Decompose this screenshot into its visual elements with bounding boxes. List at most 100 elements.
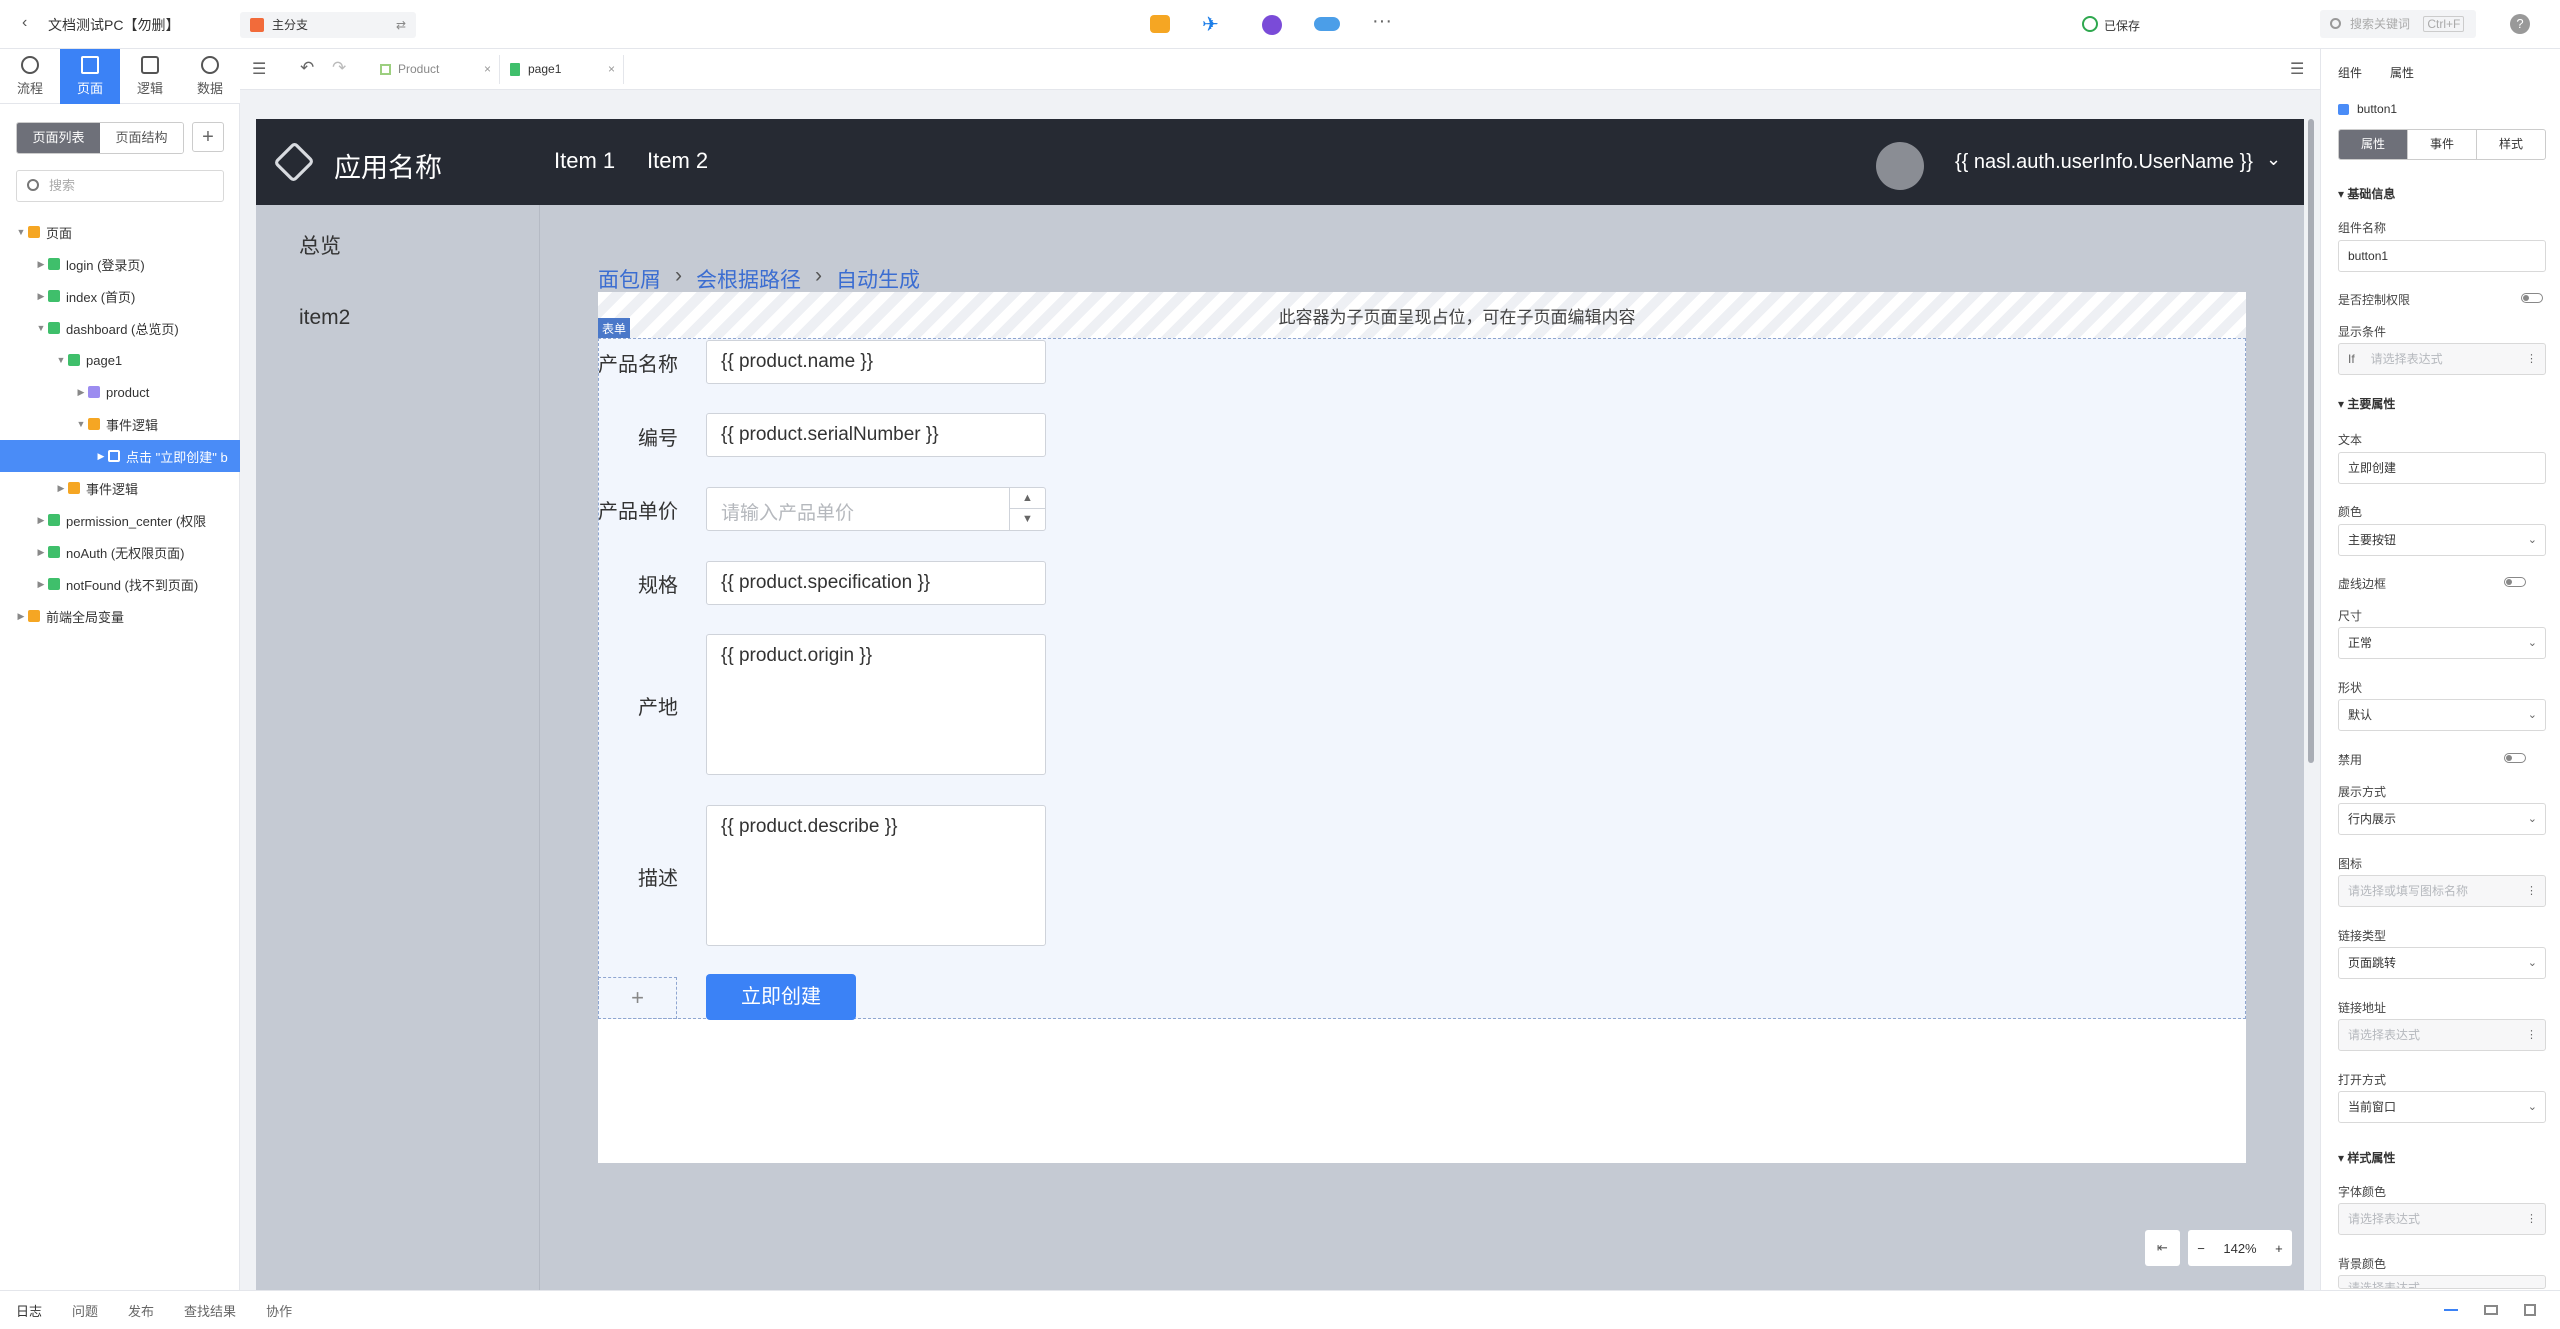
shape-select[interactable]: 默认 ⌄ bbox=[2338, 699, 2546, 731]
origin-textarea[interactable]: {{ product.origin }} bbox=[706, 634, 1046, 775]
expand-icon[interactable]: ▶ bbox=[14, 611, 28, 622]
bottom-tab-find[interactable]: 查找结果 bbox=[184, 1301, 236, 1320]
tree-item[interactable]: ▶ index (首页) bbox=[0, 280, 240, 312]
expand-icon[interactable]: ▼ bbox=[74, 419, 88, 429]
expand-icon[interactable]: ▶ bbox=[34, 547, 48, 558]
add-form-item-button[interactable]: + bbox=[598, 977, 677, 1019]
undo-icon[interactable]: ↶ bbox=[300, 58, 314, 78]
open-mode-select[interactable]: 当前窗口 ⌄ bbox=[2338, 1091, 2546, 1123]
more-vert-icon[interactable]: ⋮ bbox=[2526, 344, 2537, 374]
avatar[interactable] bbox=[1876, 142, 1924, 190]
breadcrumb-item[interactable]: 会根据路径 bbox=[696, 264, 801, 294]
expand-icon[interactable]: ▶ bbox=[34, 579, 48, 590]
expand-icon[interactable]: ▶ bbox=[54, 483, 68, 494]
tab-flow[interactable]: 流程 bbox=[0, 49, 60, 104]
expand-icon[interactable]: ▶ bbox=[94, 451, 108, 462]
subtab-property[interactable]: 属性 bbox=[2339, 130, 2407, 159]
display-condition-input[interactable]: If 请选择表达式 ⋮ bbox=[2338, 343, 2546, 375]
editor-tab-product[interactable]: Product × bbox=[372, 55, 500, 84]
describe-textarea[interactable]: {{ product.describe }} bbox=[706, 805, 1046, 946]
expand-icon[interactable]: ▼ bbox=[14, 227, 28, 237]
component-name-input[interactable]: button1 bbox=[2338, 240, 2546, 272]
specification-input[interactable]: {{ product.specification }} bbox=[706, 561, 1046, 605]
breadcrumb-item[interactable]: 自动生成 bbox=[836, 264, 920, 294]
tree-item[interactable]: ▶ login (登录页) bbox=[0, 248, 240, 280]
text-input[interactable]: 立即创建 bbox=[2338, 452, 2546, 484]
tree-item[interactable]: ▶ 点击 "立即创建" b bbox=[0, 440, 240, 472]
color-select[interactable]: 主要按钮 ⌄ bbox=[2338, 524, 2546, 556]
nav-item-1[interactable]: Item 1 bbox=[554, 148, 615, 174]
tree-item[interactable]: ▶ permission_center (权限 bbox=[0, 504, 240, 536]
add-page-button[interactable]: + bbox=[192, 122, 224, 152]
bottom-tab-log[interactable]: 日志 bbox=[16, 1301, 42, 1320]
tree-item[interactable]: ▶ notFound (找不到页面) bbox=[0, 568, 240, 600]
tree-item[interactable]: ▼ 页面 bbox=[0, 216, 240, 248]
side-item-overview[interactable]: 总览 bbox=[299, 230, 341, 260]
close-icon[interactable]: × bbox=[608, 55, 615, 84]
preview-icon[interactable] bbox=[1150, 15, 1170, 33]
more-vert-icon[interactable]: ⋮ bbox=[2526, 1204, 2537, 1234]
breadcrumb-item[interactable]: 面包屑 bbox=[598, 264, 661, 294]
tree-item[interactable]: ▶ 前端全局变量 bbox=[0, 600, 240, 632]
branch-selector[interactable]: 主分支 ⇄ bbox=[240, 12, 416, 38]
display-mode-select[interactable]: 行内展示 ⌄ bbox=[2338, 803, 2546, 835]
product-name-input[interactable]: {{ product.name }} bbox=[706, 340, 1046, 384]
back-icon[interactable]: ‹ bbox=[22, 14, 27, 32]
permission-toggle[interactable] bbox=[2521, 293, 2543, 303]
publish-icon[interactable]: ✈ bbox=[1202, 12, 1219, 37]
more-icon[interactable]: ··· bbox=[1372, 10, 1392, 33]
subtab-event[interactable]: 事件 bbox=[2407, 130, 2476, 159]
seg-page-list[interactable]: 页面列表 bbox=[17, 123, 100, 153]
collapse-right-icon[interactable]: ☰ bbox=[2290, 59, 2304, 79]
bottom-tab-collab[interactable]: 协作 bbox=[266, 1301, 292, 1320]
dock-icon[interactable] bbox=[2484, 1305, 2498, 1315]
expand-icon[interactable]: ▶ bbox=[34, 515, 48, 526]
expand-icon[interactable]: ▶ bbox=[34, 259, 48, 270]
font-color-input[interactable]: 请选择表达式 ⋮ bbox=[2338, 1203, 2546, 1235]
price-input[interactable]: 请输入产品单价 ▲ ▼ bbox=[706, 487, 1046, 531]
zoom-out-button[interactable]: − bbox=[2197, 1241, 2205, 1256]
submit-button[interactable]: 立即创建 bbox=[706, 974, 856, 1020]
stepper-down-icon[interactable]: ▼ bbox=[1009, 509, 1045, 530]
editor-tab-page1[interactable]: page1 × bbox=[502, 55, 624, 84]
section-main[interactable]: ▾ 主要属性 bbox=[2321, 395, 2560, 412]
tab-property[interactable]: 属性 bbox=[2390, 64, 2414, 81]
disabled-toggle[interactable] bbox=[2504, 753, 2526, 763]
tree-item[interactable]: ▶ 事件逻辑 bbox=[0, 472, 240, 504]
link-type-select[interactable]: 页面跳转 ⌄ bbox=[2338, 947, 2546, 979]
close-icon[interactable]: × bbox=[484, 55, 491, 84]
share-icon[interactable] bbox=[1262, 15, 1282, 35]
tree-item[interactable]: ▼ 事件逻辑 bbox=[0, 408, 240, 440]
tab-logic[interactable]: 逻辑 bbox=[120, 49, 180, 104]
bg-color-input[interactable]: 请选择表达式 bbox=[2338, 1275, 2546, 1289]
maximize-icon[interactable] bbox=[2524, 1304, 2536, 1316]
minimize-icon[interactable] bbox=[2444, 1309, 2458, 1311]
link-address-input[interactable]: 请选择表达式 ⋮ bbox=[2338, 1019, 2546, 1051]
expand-icon[interactable]: ▶ bbox=[34, 291, 48, 302]
nav-item-2[interactable]: Item 2 bbox=[647, 148, 708, 174]
stepper-up-icon[interactable]: ▲ bbox=[1009, 488, 1045, 509]
section-style[interactable]: ▾ 样式属性 bbox=[2321, 1149, 2560, 1166]
more-vert-icon[interactable]: ⋮ bbox=[2526, 876, 2537, 906]
tab-page[interactable]: 页面 bbox=[60, 49, 120, 104]
global-search[interactable]: 搜索关键词 Ctrl+F bbox=[2320, 10, 2476, 38]
more-vert-icon[interactable]: ⋮ bbox=[2526, 1020, 2537, 1050]
chevron-down-icon[interactable]: ⌄ bbox=[2266, 149, 2281, 170]
tree-search-input[interactable]: 搜索 bbox=[16, 170, 224, 202]
section-basic[interactable]: ▾ 基础信息 bbox=[2321, 185, 2560, 202]
tree-item[interactable]: ▶ product bbox=[0, 376, 240, 408]
tab-component[interactable]: 组件 bbox=[2338, 64, 2362, 81]
bottom-tab-publish[interactable]: 发布 bbox=[128, 1301, 154, 1320]
fit-screen-icon[interactable]: ⇤ bbox=[2145, 1230, 2180, 1266]
serial-number-input[interactable]: {{ product.serialNumber }} bbox=[706, 413, 1046, 457]
canvas-scrollbar[interactable] bbox=[2308, 119, 2314, 763]
size-select[interactable]: 正常 ⌄ bbox=[2338, 627, 2546, 659]
help-icon[interactable]: ? bbox=[2510, 14, 2530, 34]
bottom-tab-issues[interactable]: 问题 bbox=[72, 1301, 98, 1320]
dashed-border-toggle[interactable] bbox=[2504, 577, 2526, 587]
subtab-style[interactable]: 样式 bbox=[2476, 130, 2545, 159]
expand-icon[interactable]: ▶ bbox=[74, 387, 88, 398]
cloud-icon[interactable] bbox=[1314, 17, 1340, 31]
tree-item[interactable]: ▶ noAuth (无权限页面) bbox=[0, 536, 240, 568]
icon-input[interactable]: 请选择或填写图标名称 ⋮ bbox=[2338, 875, 2546, 907]
